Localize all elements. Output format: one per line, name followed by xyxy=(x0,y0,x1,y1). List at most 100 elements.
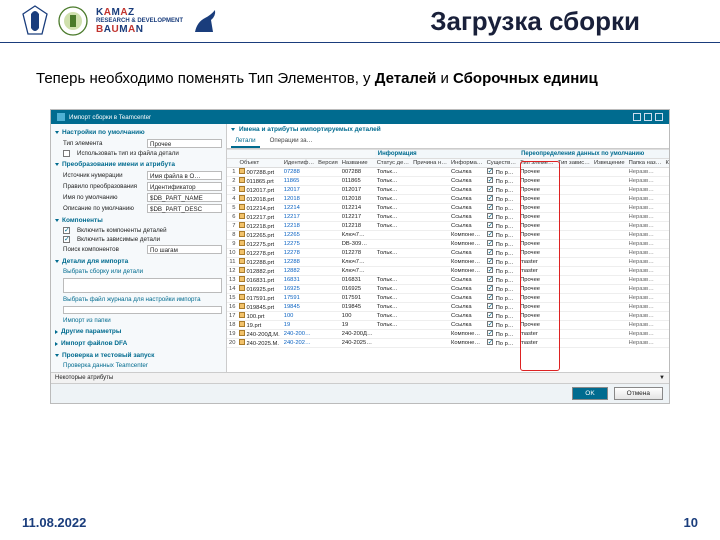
table-row[interactable]: 14016925.prt16925016925Тольк…СсылкаПо р…… xyxy=(227,285,669,294)
status-bar: Некоторые атрибуты ▼ xyxy=(51,372,669,383)
link-choose-asm[interactable]: Выбрать сборку или детали xyxy=(63,268,222,275)
row-usefilename[interactable]: Использовать тип из файла детали xyxy=(63,150,222,157)
table-row[interactable]: 2011865.prt11865011865Тольк…СсылкаПо р…П… xyxy=(227,177,669,186)
group-info: Информация xyxy=(375,150,518,159)
checkbox-usefilename[interactable] xyxy=(63,150,70,157)
status-text: Некоторые атрибуты xyxy=(55,375,113,381)
cancel-button[interactable]: Отмена xyxy=(614,387,663,400)
table-row[interactable]: 16019845.prt19845019845Тольк…СсылкаПо р…… xyxy=(227,303,669,312)
col-header[interactable]: Информа… xyxy=(449,159,485,168)
right-header: Имена и атрибуты импортируемых деталей xyxy=(227,124,669,135)
table-row[interactable]: 1007288.prt07288007288Тольк…СсылкаПо р…П… xyxy=(227,168,669,177)
default-name-input[interactable]: $DB_PART_NAME xyxy=(147,193,222,202)
table-row[interactable]: 10012278.prt12278012278Тольк…СсылкаПо р…… xyxy=(227,249,669,258)
default-desc-label: Описание по умолчанию xyxy=(63,205,143,212)
tab-ops[interactable]: Операции за… xyxy=(266,135,317,148)
horse-logo xyxy=(189,4,223,38)
table-row[interactable]: 15017591.prt17591017591Тольк…СсылкаПо р…… xyxy=(227,294,669,303)
parts-table[interactable]: Информация Переопределения данных по умо… xyxy=(227,149,669,348)
caption-text: Теперь необходимо поменять Тип Элементов… xyxy=(36,70,375,87)
numbering-source-select[interactable]: Имя файла в О… xyxy=(147,171,222,180)
bauman-logo xyxy=(56,4,90,38)
caption-b2: Сборочных единиц xyxy=(453,70,598,87)
checkbox-include-deps[interactable] xyxy=(63,236,70,243)
section-components[interactable]: Компоненты xyxy=(55,217,222,224)
window-titlebar: Импорт сборки в Teamcenter xyxy=(51,110,669,124)
default-desc-input[interactable]: $DB_PART_DESC xyxy=(147,204,222,213)
section-other[interactable]: Другие параметры xyxy=(55,328,222,335)
tab-details[interactable]: Летали xyxy=(231,135,260,148)
col-header[interactable]: Статус де… xyxy=(375,159,411,168)
app-icon xyxy=(57,113,65,121)
tabs: Летали Операции за… xyxy=(227,135,669,149)
convert-rule-select[interactable]: Идентификатор xyxy=(147,182,222,191)
section-convert[interactable]: Преобразование имени и атрибута xyxy=(55,161,222,168)
section-parts-for-import[interactable]: Детали для импорта xyxy=(55,258,222,265)
window-title: Импорт сборки в Teamcenter xyxy=(69,114,151,121)
slide-header: KAMAZ RESEARCH & DEVELOPMENT BAUMAN Загр… xyxy=(0,0,720,38)
table-row[interactable]: 19240-200Д.М.240-200…240-200Д…Компоне…По… xyxy=(227,330,669,339)
table-row[interactable]: 7012218.prt12218012218Тольк…СсылкаПо р…П… xyxy=(227,222,669,231)
table-row[interactable]: 20240-2025.М.240-202…240-2025…Компоне…По… xyxy=(227,339,669,348)
col-header[interactable]: Тип завис… xyxy=(556,159,592,168)
section-dfa[interactable]: Импорт файлов DFA xyxy=(55,340,222,347)
col-header[interactable]: Версия xyxy=(316,159,340,168)
close-button[interactable] xyxy=(655,113,663,121)
section-defaults[interactable]: Настройки по умолчанию xyxy=(55,129,222,136)
minimize-button[interactable] xyxy=(633,113,641,121)
table-row[interactable]: 11012288.prt12288Ключ7…Компоне…По р…mast… xyxy=(227,258,669,267)
section-test[interactable]: Проверка и тестовый запуск xyxy=(55,352,222,359)
table-row[interactable]: 9012275.prt12275DB-309…Компоне…По р…Проч… xyxy=(227,240,669,249)
row-element-type: Тип элемента Прочее xyxy=(63,139,222,148)
caption-b1: Деталей xyxy=(375,70,437,87)
slide-date: 11.08.2022 xyxy=(22,515,86,530)
kamaz-bauman-text: KAMAZ RESEARCH & DEVELOPMENT BAUMAN xyxy=(96,7,183,36)
logos: KAMAZ RESEARCH & DEVELOPMENT BAUMAN xyxy=(20,4,223,38)
col-header[interactable] xyxy=(227,159,237,168)
numbering-source-label: Источник нумерации xyxy=(63,172,143,179)
convert-rule-label: Правило преобразования xyxy=(63,183,143,190)
caption-mid: и xyxy=(436,70,453,87)
link-import-from-folder[interactable]: Импорт из папки xyxy=(63,317,222,324)
maximize-button[interactable] xyxy=(644,113,652,121)
filelist-box[interactable] xyxy=(63,278,222,293)
element-type-select[interactable]: Прочее xyxy=(147,139,222,148)
settings-panel: Настройки по умолчанию Тип элемента Проч… xyxy=(51,124,227,372)
slide-title: Загрузка сборки xyxy=(233,6,700,37)
table-row[interactable]: 5012214.prt12214012214Тольк…СсылкаПо р…П… xyxy=(227,204,669,213)
log-box[interactable] xyxy=(63,306,222,314)
col-header[interactable]: Папка наз… xyxy=(627,159,664,168)
table-row[interactable]: 1819.prt1919Тольк…СсылкаПо р…ПрочееНераз… xyxy=(227,321,669,330)
dialog-buttons: OK Отмена xyxy=(51,383,669,403)
group-row: Информация Переопределения данных по умо… xyxy=(227,150,669,159)
col-header[interactable]: Объект xyxy=(237,159,281,168)
search-comp-select[interactable]: По шагам xyxy=(147,245,222,254)
row-incl-dep[interactable]: Включить зависимые детали xyxy=(63,236,222,243)
link-choose-log[interactable]: Выбрать файл журнала для настройки импор… xyxy=(63,296,222,303)
slide-footer: 11.08.2022 10 xyxy=(0,515,720,530)
ok-button[interactable]: OK xyxy=(572,387,607,400)
header-row: ОбъектИдентиф…ВерсияНазваниеСтатус де…Пр… xyxy=(227,159,669,168)
slide-number: 10 xyxy=(684,515,698,530)
col-header[interactable]: Причина н… xyxy=(411,159,449,168)
details-panel: Имена и атрибуты импортируемых деталей Л… xyxy=(227,124,669,372)
col-header[interactable]: Тип элеме… xyxy=(518,159,556,168)
table-row[interactable]: 8012265.prt12265Ключ7…Компоне…По р…Проче… xyxy=(227,231,669,240)
default-name-label: Имя по умолчанию xyxy=(63,194,143,201)
col-header[interactable]: Идентиф… xyxy=(282,159,316,168)
table-row[interactable]: 13016831.prt16831016831Тольк…СсылкаПо р…… xyxy=(227,276,669,285)
col-header[interactable]: Извещение xyxy=(592,159,627,168)
table-row[interactable]: 6012217.prt12217012217Тольк…СсылкаПо р…П… xyxy=(227,213,669,222)
kamaz-logo xyxy=(20,4,50,38)
table-row[interactable]: 4012018.prt12018012018Тольк…СсылкаПо р…П… xyxy=(227,195,669,204)
col-header[interactable]: Название xyxy=(340,159,375,168)
table-row[interactable]: 17100.prt100100Тольк…СсылкаПо р…ПрочееНе… xyxy=(227,312,669,321)
row-incl-det[interactable]: Включить компоненты деталей xyxy=(63,227,222,234)
table-row[interactable]: 12012882.prt12882Ключ7…Компоне…По р…mast… xyxy=(227,267,669,276)
link-check-tc[interactable]: Проверка данных Teamcenter xyxy=(63,362,222,369)
teamcenter-window: Импорт сборки в Teamcenter Настройки по … xyxy=(50,109,670,404)
checkbox-include-parts[interactable] xyxy=(63,227,70,234)
table-row[interactable]: 3012017.prt12017012017Тольк…СсылкаПо р…П… xyxy=(227,186,669,195)
col-header[interactable]: Каталог со… xyxy=(663,159,669,168)
caption: Теперь необходимо поменять Тип Элементов… xyxy=(36,69,684,89)
